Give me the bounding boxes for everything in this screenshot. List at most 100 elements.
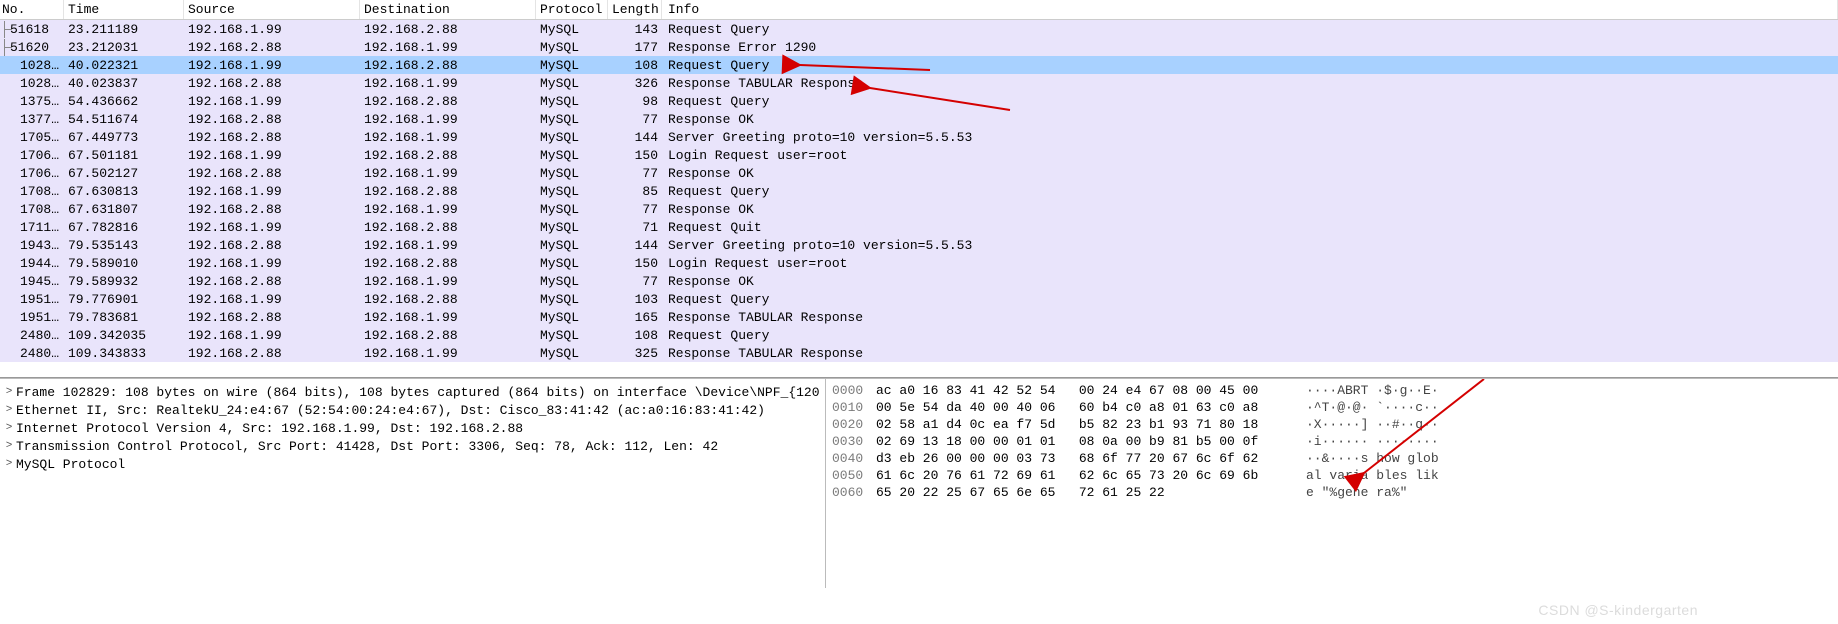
expand-icon[interactable]: > [2,440,16,452]
cell-destination: 192.168.1.99 [360,345,536,362]
hex-row[interactable]: 001000 5e 54 da 40 00 40 06 60 b4 c0 a8 … [832,400,1832,417]
cell-length: 103 [608,291,662,308]
hex-bytes: 65 20 22 25 67 65 6e 65 72 61 25 22 [876,485,1306,502]
packet-row[interactable]: 1708…67.630813192.168.1.99192.168.2.88My… [0,182,1838,200]
hex-offset: 0020 [832,417,876,434]
col-header-no[interactable]: No. [0,0,64,19]
packet-row[interactable]: 1377…54.511674192.168.2.88192.168.1.99My… [0,110,1838,128]
cell-destination: 192.168.2.88 [360,147,536,164]
cell-length: 144 [608,129,662,146]
cell-length: 71 [608,219,662,236]
cell-no: 1951… [0,291,64,308]
hex-row[interactable]: 0040d3 eb 26 00 00 00 03 73 68 6f 77 20 … [832,451,1832,468]
cell-info: Response Error 1290 [662,39,1838,56]
packet-row[interactable]: 1028…40.022321192.168.1.99192.168.2.88My… [0,56,1838,74]
packet-row[interactable]: 1943…79.535143192.168.2.88192.168.1.99My… [0,236,1838,254]
details-tree-item[interactable]: >Transmission Control Protocol, Src Port… [2,437,823,455]
cell-info: Request Query [662,183,1838,200]
details-tree-item[interactable]: >MySQL Protocol [2,455,823,473]
details-tree-label: Transmission Control Protocol, Src Port:… [16,439,718,454]
packet-row[interactable]: 5162023.212031192.168.2.88192.168.1.99My… [0,38,1838,56]
details-tree-item[interactable]: >Ethernet II, Src: RealtekU_24:e4:67 (52… [2,401,823,419]
cell-no: 1028… [0,57,64,74]
cell-time: 79.589932 [64,273,184,290]
cell-destination: 192.168.1.99 [360,273,536,290]
cell-time: 67.501181 [64,147,184,164]
cell-time: 67.502127 [64,165,184,182]
col-header-protocol[interactable]: Protocol [536,0,608,19]
cell-protocol: MySQL [536,147,608,164]
packet-row[interactable]: 2480…109.343833192.168.2.88192.168.1.99M… [0,344,1838,362]
details-tree-item[interactable]: >Frame 102829: 108 bytes on wire (864 bi… [2,383,823,401]
hex-row[interactable]: 003002 69 13 18 00 00 01 01 08 0a 00 b9 … [832,434,1832,451]
packet-row[interactable]: 1945…79.589932192.168.2.88192.168.1.99My… [0,272,1838,290]
packet-details-pane[interactable]: >Frame 102829: 108 bytes on wire (864 bi… [0,379,826,588]
cell-info: Login Request user=root [662,255,1838,272]
expand-icon[interactable]: > [2,422,16,434]
packet-row[interactable]: 1706…67.502127192.168.2.88192.168.1.99My… [0,164,1838,182]
cell-protocol: MySQL [536,39,608,56]
packet-row[interactable]: 1375…54.436662192.168.1.99192.168.2.88My… [0,92,1838,110]
cell-no: 1951… [0,309,64,326]
cell-source: 192.168.2.88 [184,273,360,290]
cell-info: Response OK [662,273,1838,290]
hex-bytes: 61 6c 20 76 61 72 69 61 62 6c 65 73 20 6… [876,468,1306,485]
cell-protocol: MySQL [536,111,608,128]
hex-row[interactable]: 0000ac a0 16 83 41 42 52 54 00 24 e4 67 … [832,383,1832,400]
col-header-dest[interactable]: Destination [360,0,536,19]
cell-info: Server Greeting proto=10 version=5.5.53 [662,237,1838,254]
cell-info: Request Query [662,93,1838,110]
cell-no: 51618 [0,21,64,38]
packet-row[interactable]: 5161823.211189192.168.1.99192.168.2.88My… [0,20,1838,38]
cell-source: 192.168.1.99 [184,93,360,110]
cell-protocol: MySQL [536,345,608,362]
details-tree-item[interactable]: >Internet Protocol Version 4, Src: 192.1… [2,419,823,437]
hex-ascii: al varia bles lik [1306,468,1439,485]
col-header-info[interactable]: Info [662,0,1838,19]
cell-time: 40.023837 [64,75,184,92]
packet-row[interactable]: 1944…79.589010192.168.1.99192.168.2.88My… [0,254,1838,272]
cell-source: 192.168.2.88 [184,39,360,56]
packet-row[interactable]: 1028…40.023837192.168.2.88192.168.1.99My… [0,74,1838,92]
packet-row[interactable]: 1708…67.631807192.168.2.88192.168.1.99My… [0,200,1838,218]
packet-row[interactable]: 2480…109.342035192.168.1.99192.168.2.88M… [0,326,1838,344]
packet-row[interactable]: 1705…67.449773192.168.2.88192.168.1.99My… [0,128,1838,146]
cell-destination: 192.168.2.88 [360,291,536,308]
packet-rows: 5161823.211189192.168.1.99192.168.2.88My… [0,20,1838,362]
hex-row[interactable]: 005061 6c 20 76 61 72 69 61 62 6c 65 73 … [832,468,1832,485]
cell-destination: 192.168.2.88 [360,255,536,272]
cell-info: Request Query [662,21,1838,38]
cell-no: 1706… [0,147,64,164]
expand-icon[interactable]: > [2,458,16,470]
hex-ascii: ·^T·@·@· `····c·· [1306,400,1439,417]
details-tree-label: Ethernet II, Src: RealtekU_24:e4:67 (52:… [16,403,765,418]
packet-list-pane[interactable]: No. Time Source Destination Protocol Len… [0,0,1838,378]
cell-no: 1377… [0,111,64,128]
cell-no: 1028… [0,75,64,92]
hex-ascii: e "%gene ra%" [1306,485,1407,502]
cell-info: Response OK [662,201,1838,218]
watermark: CSDN @S-kindergarten [1538,602,1698,618]
packet-bytes-pane[interactable]: 0000ac a0 16 83 41 42 52 54 00 24 e4 67 … [826,379,1838,588]
cell-length: 108 [608,327,662,344]
packet-row[interactable]: 1951…79.776901192.168.1.99192.168.2.88My… [0,290,1838,308]
hex-row[interactable]: 002002 58 a1 d4 0c ea f7 5d b5 82 23 b1 … [832,417,1832,434]
col-header-time[interactable]: Time [64,0,184,19]
cell-length: 150 [608,147,662,164]
packet-row[interactable]: 1951…79.783681192.168.2.88192.168.1.99My… [0,308,1838,326]
col-header-source[interactable]: Source [184,0,360,19]
cell-time: 54.511674 [64,111,184,128]
col-header-length[interactable]: Length [608,0,662,19]
cell-destination: 192.168.1.99 [360,165,536,182]
packet-row[interactable]: 1711…67.782816192.168.1.99192.168.2.88My… [0,218,1838,236]
hex-bytes: d3 eb 26 00 00 00 03 73 68 6f 77 20 67 6… [876,451,1306,468]
cell-destination: 192.168.1.99 [360,237,536,254]
expand-icon[interactable]: > [2,386,16,398]
cell-source: 192.168.1.99 [184,183,360,200]
cell-time: 79.535143 [64,237,184,254]
expand-icon[interactable]: > [2,404,16,416]
cell-no: 1705… [0,129,64,146]
hex-row[interactable]: 006065 20 22 25 67 65 6e 65 72 61 25 22e… [832,485,1832,502]
cell-destination: 192.168.2.88 [360,21,536,38]
packet-row[interactable]: 1706…67.501181192.168.1.99192.168.2.88My… [0,146,1838,164]
